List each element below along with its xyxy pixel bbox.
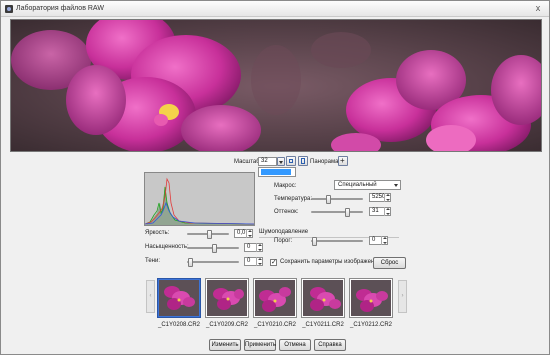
filmstrip-scroll-right[interactable]: › <box>398 280 407 313</box>
saturation-slider-thumb[interactable] <box>212 244 217 253</box>
chevron-down-icon <box>279 161 283 164</box>
saturation-input[interactable]: 0 <box>244 243 263 252</box>
help-button[interactable]: Справка <box>314 339 346 351</box>
shadows-slider[interactable] <box>187 258 239 267</box>
macro-select[interactable]: Специальный <box>334 180 401 190</box>
thumbnail-label: _C1Y0208.CR2 <box>157 322 201 328</box>
zoom-input[interactable]: 32 <box>258 157 277 166</box>
thumbnail-image <box>255 280 295 316</box>
close-button[interactable]: x <box>533 4 543 13</box>
pan-button[interactable]: + <box>338 156 348 166</box>
shadows-input[interactable]: 0 <box>244 257 263 266</box>
thumbnail-3[interactable] <box>253 278 297 318</box>
temperature-slider[interactable] <box>311 195 363 204</box>
zoom-dropdown-button[interactable] <box>277 157 285 166</box>
threshold-slider-thumb[interactable] <box>312 237 317 246</box>
macro-select-value: Специальный <box>338 182 377 188</box>
reset-button[interactable]: Сброс <box>373 257 406 269</box>
zoom-dropdown-list[interactable] <box>258 167 296 177</box>
title-bar[interactable]: Лаборатория файлов RAW x <box>1 1 549 17</box>
chevron-down-icon <box>394 184 398 187</box>
save-params-label: Сохранить параметры изображения <box>280 259 381 265</box>
actual-size-button[interactable] <box>298 156 308 166</box>
threshold-input[interactable]: 0 <box>369 236 388 245</box>
thumbnail-label: _C1Y0211.CR2 <box>302 322 344 328</box>
saturation-value: 0 <box>247 244 251 250</box>
thumbnail-image <box>207 280 247 316</box>
spin-arrows-icon[interactable] <box>384 193 390 202</box>
thumbnail-label: _C1Y0210.CR2 <box>253 322 297 328</box>
fit-window-button[interactable] <box>286 156 296 166</box>
change-button[interactable]: Изменить <box>209 339 241 351</box>
temperature-label: Температура: <box>274 196 313 202</box>
threshold-value: 0 <box>372 237 376 243</box>
saturation-slider[interactable] <box>187 244 239 253</box>
threshold-label: Порог: <box>274 238 293 244</box>
brightness-slider[interactable] <box>187 230 229 239</box>
zoom-option-selected[interactable] <box>261 169 291 175</box>
saturation-label: Насыщенность: <box>145 244 189 250</box>
thumbnail-2[interactable] <box>205 278 249 318</box>
filmstrip-scroll-left[interactable]: ‹ <box>146 280 155 313</box>
tint-slider-thumb[interactable] <box>345 208 350 217</box>
macro-label: Макрос: <box>274 183 297 189</box>
spin-arrows-icon[interactable] <box>256 243 262 252</box>
spin-arrows-icon[interactable] <box>384 207 390 216</box>
thumbnail-1[interactable] <box>157 278 201 318</box>
spin-arrows-icon[interactable] <box>246 229 252 238</box>
shadows-label: Тени: <box>145 258 160 264</box>
shadows-slider-thumb[interactable] <box>188 258 193 267</box>
apply-button[interactable]: Применить <box>244 339 276 351</box>
app-icon <box>5 5 13 13</box>
brightness-value: 0,0 <box>237 230 246 236</box>
tint-value: 31 <box>372 208 379 214</box>
noise-reduction-title: Шумоподавление <box>259 229 309 235</box>
cancel-button[interactable]: Отмена <box>279 339 311 351</box>
brightness-slider-thumb[interactable] <box>207 230 212 239</box>
histogram <box>144 172 255 226</box>
thumbnail-image <box>303 280 343 316</box>
temperature-input[interactable]: 5250 <box>369 193 391 202</box>
shadows-value: 0 <box>247 258 251 264</box>
spin-arrows-icon[interactable] <box>381 236 387 245</box>
threshold-slider[interactable] <box>311 237 363 246</box>
tint-slider[interactable] <box>311 208 363 217</box>
orchid-photo <box>11 20 541 151</box>
thumbnail-label: _C1Y0209.CR2 <box>205 322 249 328</box>
spin-arrows-icon[interactable] <box>256 257 262 266</box>
actual-size-icon <box>301 158 305 164</box>
thumbnail-5[interactable] <box>349 278 393 318</box>
temperature-slider-thumb[interactable] <box>326 195 331 204</box>
brightness-input[interactable]: 0,0 <box>234 229 253 238</box>
brightness-label: Яркость: <box>145 230 170 236</box>
histogram-plot <box>144 177 255 225</box>
fit-icon <box>289 159 293 163</box>
pan-label: Панорама <box>310 159 339 165</box>
thumbnail-label: _C1Y0212.CR2 <box>349 322 393 328</box>
raw-lab-dialog: Лаборатория файлов RAW x Масштаб 32 Пано… <box>0 0 550 355</box>
move-icon: + <box>340 156 345 165</box>
tint-input[interactable]: 31 <box>369 207 391 216</box>
thumbnail-image <box>159 280 199 316</box>
save-params-checkbox[interactable] <box>270 258 277 266</box>
zoom-label: Масштаб <box>234 159 260 165</box>
window-title: Лаборатория файлов RAW <box>16 5 104 12</box>
tint-label: Оттенок: <box>274 209 299 215</box>
thumbnail-4[interactable] <box>301 278 345 318</box>
thumbnail-image <box>351 280 391 316</box>
preview-image[interactable] <box>10 19 542 152</box>
